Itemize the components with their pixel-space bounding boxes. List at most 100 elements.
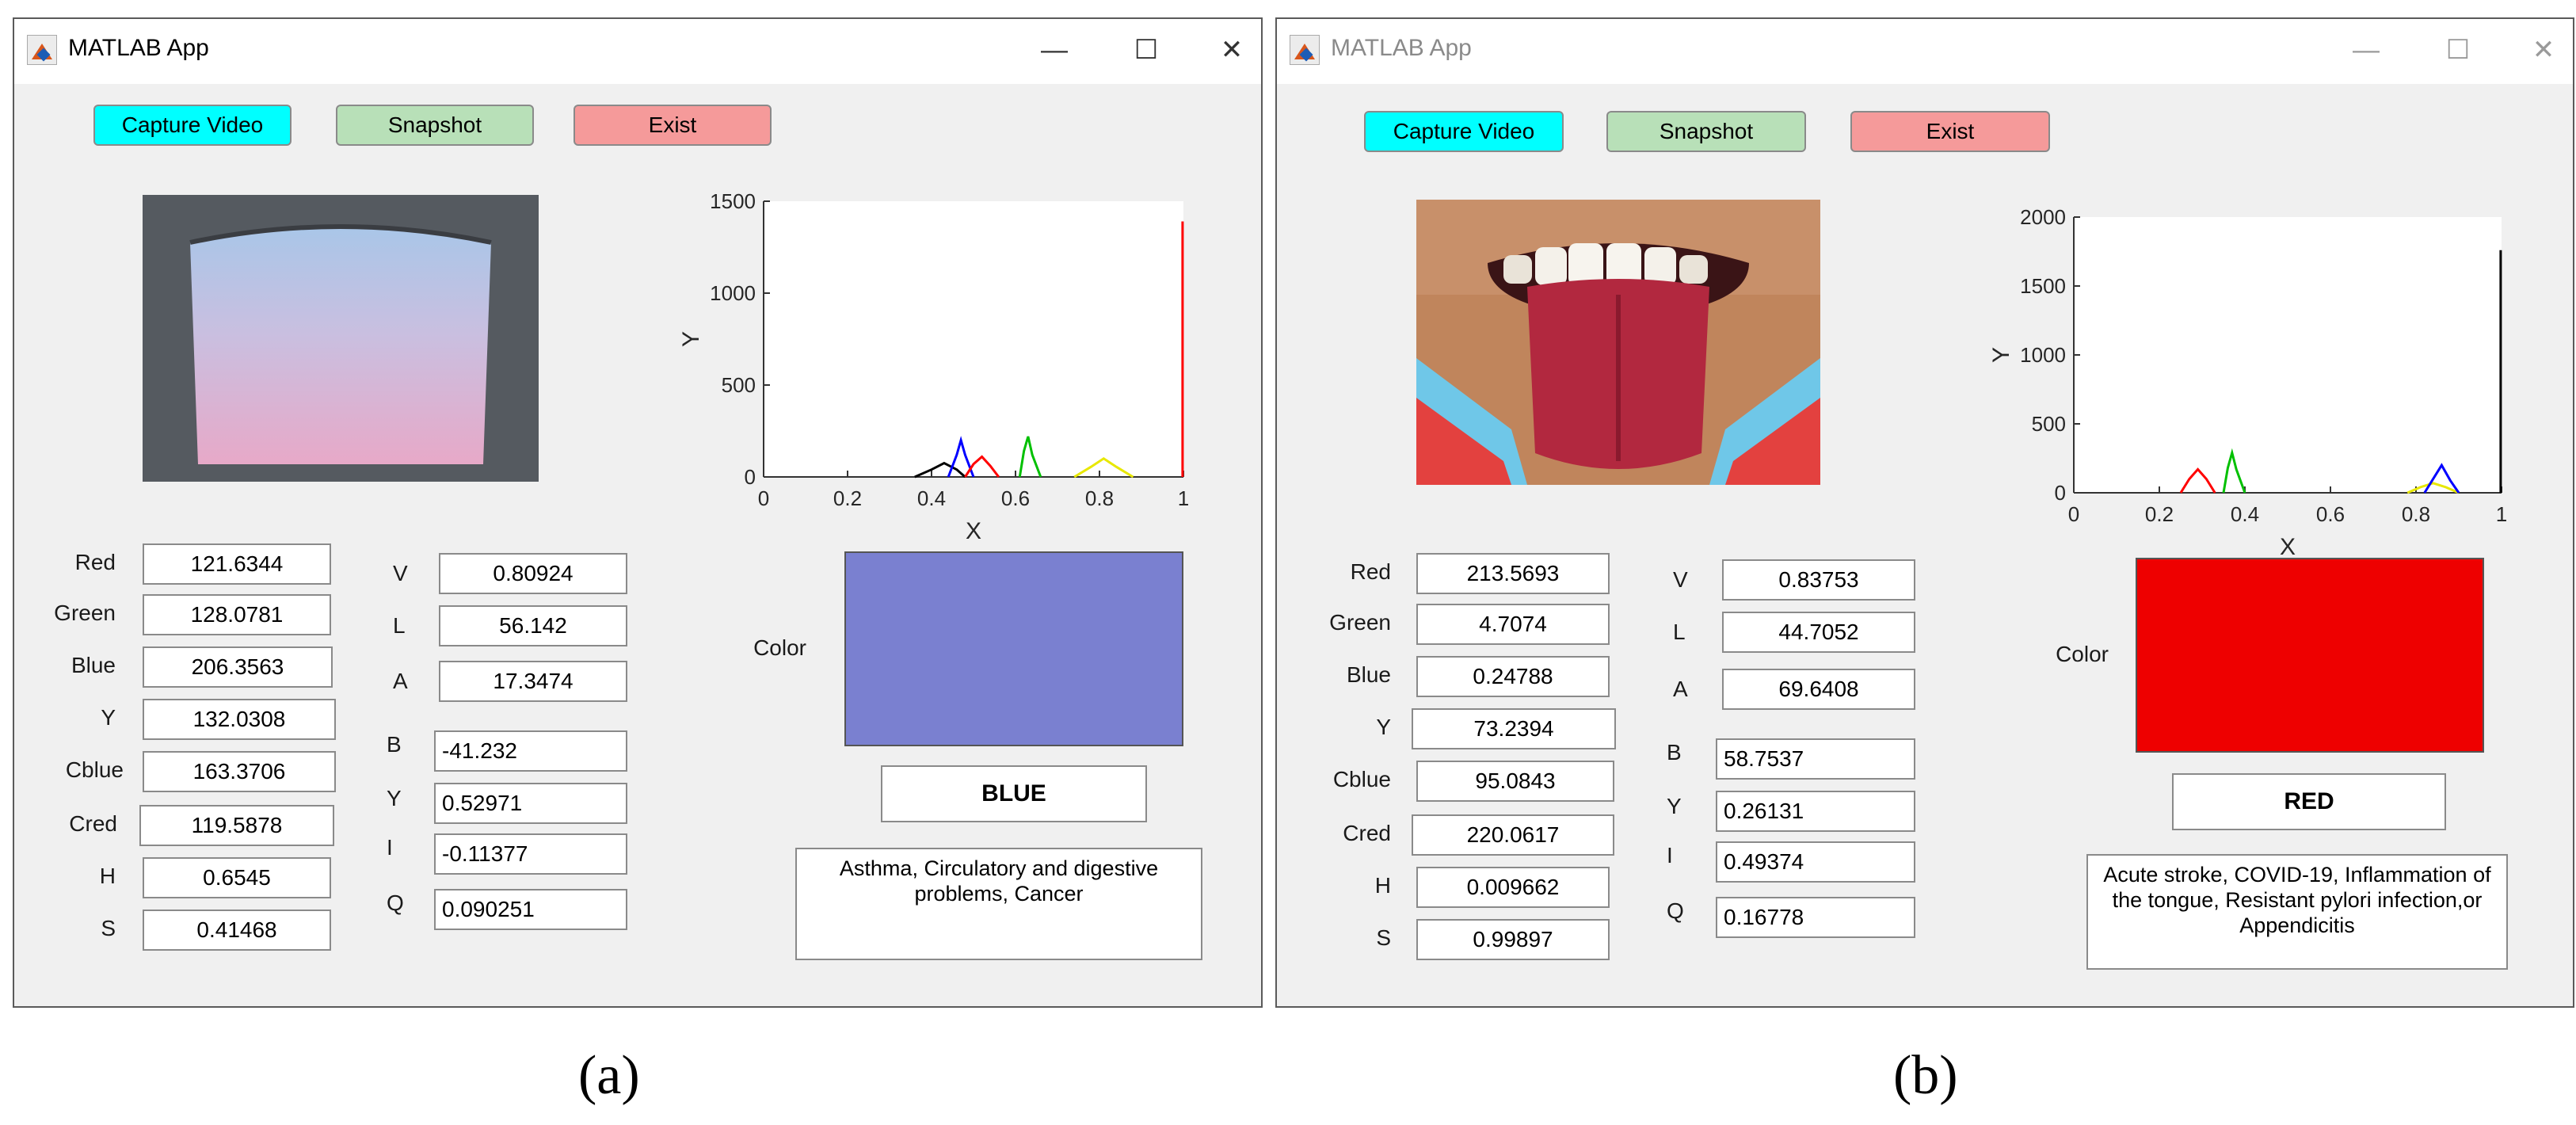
x-axis-label: X xyxy=(2280,534,2296,560)
maximize-icon[interactable]: ☐ xyxy=(2437,29,2479,71)
s-label: S xyxy=(101,916,116,940)
h-label: H xyxy=(99,864,116,888)
red-value-field[interactable]: 121.6344 xyxy=(143,543,331,585)
x-tick-label: 0 xyxy=(758,486,769,510)
l-value-field[interactable]: 44.7052 xyxy=(1722,612,1915,653)
y-axis-label: Y xyxy=(1988,347,2014,363)
exist-button[interactable]: Exist xyxy=(574,105,772,146)
title-bar: MATLAB App — ☐ ✕ xyxy=(14,19,1261,84)
caption-b: (b) xyxy=(1893,1045,1958,1106)
b-label: B xyxy=(1667,740,1682,765)
l-label: L xyxy=(393,613,406,638)
b-value-field[interactable]: -41.232 xyxy=(434,730,627,772)
a-value-field[interactable]: 69.6408 xyxy=(1722,669,1915,710)
x-tick-label: 0.8 xyxy=(2402,502,2430,526)
y-tick-label: 0 xyxy=(745,465,756,489)
snapshot-button[interactable]: Snapshot xyxy=(1606,111,1806,152)
y-value-field[interactable]: 73.2394 xyxy=(1412,708,1616,749)
color-label: Color xyxy=(2056,642,2109,666)
y-tick-label: 500 xyxy=(2032,412,2066,436)
cblue-value-field[interactable]: 163.3706 xyxy=(143,751,336,792)
x-axis-label: X xyxy=(966,518,981,544)
color-swatch xyxy=(844,551,1183,746)
title-bar: MATLAB App — ☐ ✕ xyxy=(1277,19,2573,84)
cblue-label: Cblue xyxy=(65,757,124,782)
q-value-field[interactable]: 0.16778 xyxy=(1716,897,1915,938)
blue-value-field[interactable]: 0.24788 xyxy=(1416,656,1610,697)
blue-value-field[interactable]: 206.3563 xyxy=(143,646,333,688)
i-value-field[interactable]: 0.49374 xyxy=(1716,841,1915,883)
v-label: V xyxy=(1673,567,1688,592)
green-label: Green xyxy=(1329,610,1391,635)
red-label: Red xyxy=(74,550,116,574)
blue-label: Blue xyxy=(70,653,116,677)
cred-label: Cred xyxy=(69,811,117,836)
red-value-field[interactable]: 213.5693 xyxy=(1416,553,1610,594)
i-value-field[interactable]: -0.11377 xyxy=(434,833,627,875)
caption-a: (a) xyxy=(578,1045,640,1106)
h-value-field[interactable]: 0.6545 xyxy=(143,857,331,898)
color-label: Color xyxy=(753,635,806,660)
close-icon[interactable]: ✕ xyxy=(1210,29,1253,71)
green-label: Green xyxy=(54,601,116,625)
diagnosis-text-area[interactable]: Asthma, Circulatory and digestive proble… xyxy=(795,848,1202,960)
cred-value-field[interactable]: 119.5878 xyxy=(139,805,334,846)
v-label: V xyxy=(393,561,408,585)
diagnosis-text-area[interactable]: Acute stroke, COVID-19, Inflammation of … xyxy=(2086,854,2508,970)
y2-label: Y xyxy=(1667,794,1682,818)
capture-video-button[interactable]: Capture Video xyxy=(1364,111,1564,152)
maximize-icon[interactable]: ☐ xyxy=(1125,29,1168,71)
v-value-field[interactable]: 0.83753 xyxy=(1722,559,1915,601)
tongue-image xyxy=(143,195,539,482)
y-label: Y xyxy=(1376,715,1391,739)
x-tick-label: 1 xyxy=(2496,502,2507,526)
b-label: B xyxy=(387,732,402,757)
y-axis-label: Y xyxy=(678,331,704,347)
y-label: Y xyxy=(101,705,116,730)
matlab-app-window-b: MATLAB App — ☐ ✕ Capture Video Snapshot … xyxy=(1275,17,2574,1008)
snapshot-button[interactable]: Snapshot xyxy=(336,105,534,146)
green-value-field[interactable]: 4.7074 xyxy=(1416,604,1610,645)
window-title: MATLAB App xyxy=(1331,35,1472,61)
a-label: A xyxy=(1673,677,1688,701)
window-title: MATLAB App xyxy=(68,35,209,61)
minimize-icon[interactable]: — xyxy=(2345,29,2387,71)
cblue-value-field[interactable]: 95.0843 xyxy=(1416,761,1614,802)
green-value-field[interactable]: 128.0781 xyxy=(143,594,331,635)
histogram-svg: 0 0.2 0.4 0.6 0.8 1 0 500 1000 1500 2000 X Y xyxy=(1988,205,2507,560)
close-icon[interactable]: ✕ xyxy=(2522,29,2565,71)
b-value-field[interactable]: 58.7537 xyxy=(1716,738,1915,780)
y2-label: Y xyxy=(387,786,402,810)
plot-area xyxy=(2074,217,2502,493)
x-tick-label: 0.4 xyxy=(2231,502,2259,526)
s-value-field[interactable]: 0.99897 xyxy=(1416,919,1610,960)
matlab-app-icon xyxy=(1290,35,1320,65)
capture-video-button[interactable]: Capture Video xyxy=(93,105,292,146)
i-label: I xyxy=(1667,843,1673,868)
red-label: Red xyxy=(1350,559,1391,584)
exist-button[interactable]: Exist xyxy=(1850,111,2050,152)
histogram-svg: 0 0.2 0.4 0.6 0.8 1 0 500 1000 1500 X Y xyxy=(678,189,1189,544)
color-result-field[interactable]: BLUE xyxy=(881,765,1147,822)
l-value-field[interactable]: 56.142 xyxy=(439,605,627,646)
color-swatch xyxy=(2136,558,2484,753)
minimize-icon[interactable]: — xyxy=(1033,29,1076,71)
v-value-field[interactable]: 0.80924 xyxy=(439,553,627,594)
q-value-field[interactable]: 0.090251 xyxy=(434,889,627,930)
y2-value-field[interactable]: 0.26131 xyxy=(1716,791,1915,832)
cred-value-field[interactable]: 220.0617 xyxy=(1412,814,1614,856)
cblue-label: Cblue xyxy=(1332,767,1391,791)
x-tick-label: 0.2 xyxy=(833,486,862,510)
histogram-plot: 0 0.2 0.4 0.6 0.8 1 0 500 1000 1500 X Y xyxy=(648,185,1202,566)
color-result-field[interactable]: RED xyxy=(2172,773,2446,830)
blue-label: Blue xyxy=(1346,662,1391,687)
matlab-app-icon xyxy=(27,35,57,65)
y2-value-field[interactable]: 0.52971 xyxy=(434,783,627,824)
l-label: L xyxy=(1673,620,1686,644)
y-tick-label: 2000 xyxy=(2020,205,2066,229)
a-value-field[interactable]: 17.3474 xyxy=(439,661,627,702)
h-value-field[interactable]: 0.009662 xyxy=(1416,867,1610,908)
plot-area xyxy=(764,201,1183,477)
y-value-field[interactable]: 132.0308 xyxy=(143,699,336,740)
s-value-field[interactable]: 0.41468 xyxy=(143,910,331,951)
